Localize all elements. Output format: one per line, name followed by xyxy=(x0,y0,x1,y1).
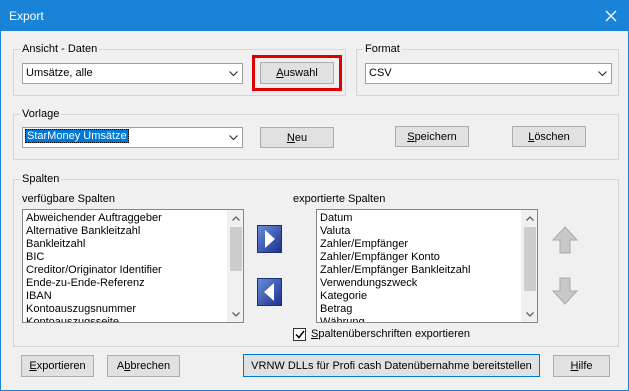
exportieren-button[interactable]: Exportieren xyxy=(21,355,94,377)
list-item[interactable]: Zahler/Empfänger Konto xyxy=(320,251,537,264)
close-button[interactable] xyxy=(594,1,628,31)
scroll-thumb[interactable] xyxy=(230,227,242,271)
move-up-button[interactable] xyxy=(552,225,578,255)
arrow-up-icon xyxy=(552,226,578,254)
list-item[interactable]: Valuta xyxy=(320,225,537,238)
hilfe-button[interactable]: Hilfe xyxy=(553,355,610,377)
list-item[interactable]: Bankleitzahl xyxy=(26,238,243,251)
arrow-down-icon xyxy=(552,277,578,305)
scroll-thumb[interactable] xyxy=(524,227,536,291)
header-export-label[interactable]: Spaltenüberschriften exportieren xyxy=(311,328,470,340)
available-columns-label: verfügbare Spalten xyxy=(22,193,115,205)
list-item[interactable]: Betrag xyxy=(320,303,537,316)
format-value: CSV xyxy=(369,67,392,79)
list-item[interactable]: Kategorie xyxy=(320,290,537,303)
list-item[interactable]: Datum xyxy=(320,212,537,225)
header-export-checkbox[interactable] xyxy=(293,328,306,341)
export-dialog: Export Ansicht - Daten Umsätze, alle Aus… xyxy=(0,0,629,391)
list-item[interactable]: Zahler/Empfänger xyxy=(320,238,537,251)
loeschen-button[interactable]: Löschen xyxy=(512,126,586,147)
list-item[interactable]: Zahler/Empfänger Bankleitzahl xyxy=(320,264,537,277)
list-item[interactable]: Alternative Bankleitzahl xyxy=(26,225,243,238)
list-item[interactable]: Kontoauszugsnummer xyxy=(26,303,243,316)
list-item[interactable]: Ende-zu-Ende-Referenz xyxy=(26,277,243,290)
list-item[interactable]: Kontoauszugsseite xyxy=(26,316,243,322)
chevron-down-icon xyxy=(232,311,240,317)
chevron-down-icon xyxy=(595,67,609,80)
scroll-down-button[interactable] xyxy=(228,306,243,322)
exported-scrollbar[interactable] xyxy=(521,210,537,322)
format-combo[interactable]: CSV xyxy=(365,63,612,84)
ansicht-daten-combo[interactable]: Umsätze, alle xyxy=(22,63,243,84)
scroll-up-button[interactable] xyxy=(228,210,243,226)
arrow-left-icon xyxy=(257,278,282,306)
list-item[interactable]: Abweichender Auftraggeber xyxy=(26,212,243,225)
available-scrollbar[interactable] xyxy=(227,210,243,322)
remove-column-button[interactable] xyxy=(257,278,282,306)
abbrechen-button[interactable]: Ab brechen xyxy=(107,355,180,377)
spalten-label: Spalten xyxy=(20,173,62,185)
list-item[interactable]: Verwendungszweck xyxy=(320,277,537,290)
vorlage-value: StarMoney Umsätze xyxy=(25,129,129,143)
vorlage-combo[interactable]: StarMoney Umsätze xyxy=(22,127,243,148)
window-title: Export xyxy=(9,9,44,23)
speichern-button[interactable]: Speichern xyxy=(395,126,469,147)
exported-columns-label: exportierte Spalten xyxy=(293,193,386,205)
list-item[interactable]: Creditor/Originator Identifier xyxy=(26,264,243,277)
list-item[interactable]: BIC xyxy=(26,251,243,264)
chevron-down-icon xyxy=(226,131,240,144)
move-down-button[interactable] xyxy=(552,276,578,306)
available-columns-list[interactable]: Abweichender Auftraggeber Alternative Ban… xyxy=(22,209,244,323)
vorlage-label: Vorlage xyxy=(20,108,62,120)
checkmark-icon xyxy=(294,330,305,339)
close-icon xyxy=(605,10,617,22)
arrow-right-icon xyxy=(257,225,282,253)
scroll-up-button[interactable] xyxy=(522,210,537,226)
chevron-down-icon xyxy=(226,67,240,80)
ansicht-daten-value: Umsätze, alle xyxy=(26,67,93,79)
chevron-up-icon xyxy=(526,215,534,221)
title-bar[interactable]: Export xyxy=(1,1,628,31)
format-label: Format xyxy=(363,43,402,55)
chevron-down-icon xyxy=(526,311,534,317)
chevron-up-icon xyxy=(232,215,240,221)
neu-button[interactable]: Neu xyxy=(260,127,334,148)
add-column-button[interactable] xyxy=(257,225,282,253)
vrnw-dlls-button[interactable]: VRNW DLLs für Profi cash Datenübernahme … xyxy=(243,354,540,377)
exported-columns-list[interactable]: Datum Valuta Zahler/Empfänger Zahler/Empfän… xyxy=(316,209,538,323)
scroll-down-button[interactable] xyxy=(522,306,537,322)
list-item[interactable]: IBAN xyxy=(26,290,243,303)
auswahl-highlight xyxy=(252,55,342,91)
list-item[interactable]: Währung xyxy=(320,316,537,322)
ansicht-daten-label: Ansicht - Daten xyxy=(20,43,100,55)
